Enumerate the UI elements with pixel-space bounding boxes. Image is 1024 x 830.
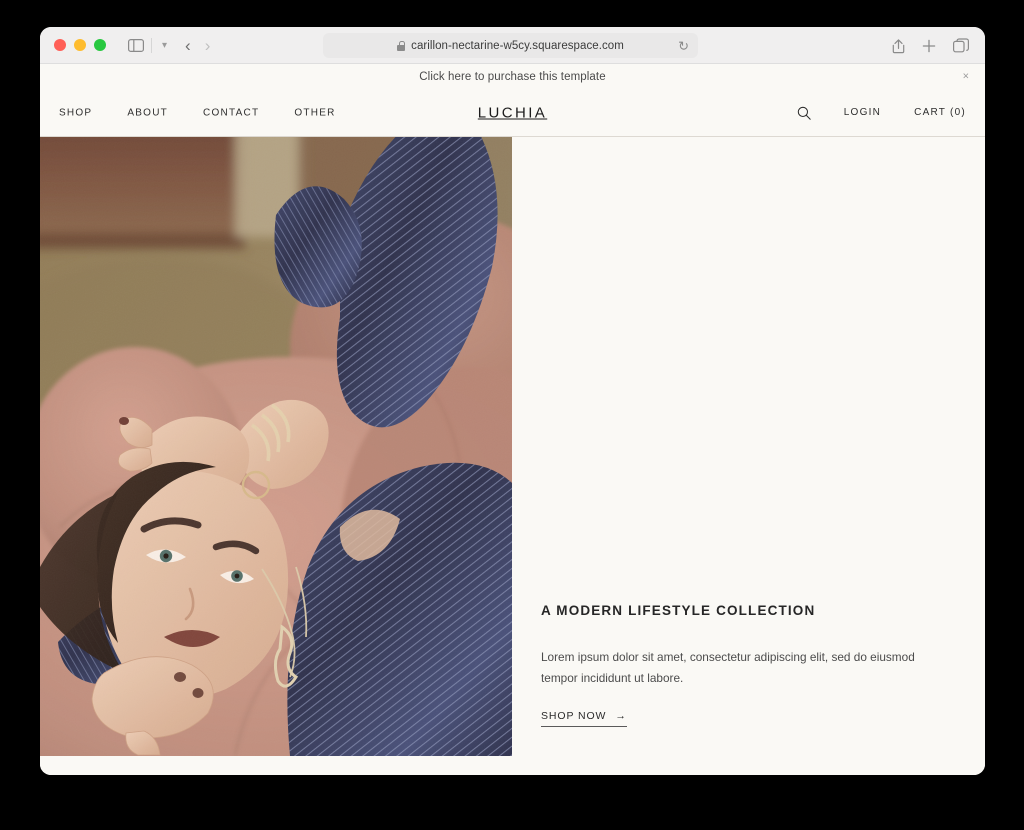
nav-item-cart[interactable]: CART (0): [914, 107, 966, 118]
navigation-arrows: ‹ ›: [185, 37, 210, 54]
toolbar-divider: [151, 38, 152, 53]
sidebar-icon[interactable]: [128, 39, 144, 52]
hero-description: Lorem ipsum dolor sit amet, consectetur …: [541, 647, 916, 688]
nav-item-about[interactable]: ABOUT: [127, 107, 168, 118]
tabs-icon[interactable]: [953, 38, 969, 53]
site-logo[interactable]: LUCHIA: [478, 104, 547, 121]
minimize-window-button[interactable]: [74, 39, 86, 51]
shop-now-button[interactable]: SHOP NOW →: [541, 710, 627, 727]
page-bottom-strip: [40, 756, 985, 775]
back-button[interactable]: ‹: [185, 37, 191, 54]
reload-icon[interactable]: ↻: [678, 39, 689, 52]
nav-item-contact[interactable]: CONTACT: [203, 107, 259, 118]
promo-banner-text[interactable]: Click here to purchase this template: [419, 71, 605, 83]
promo-banner[interactable]: Click here to purchase this template ×: [40, 64, 985, 89]
share-icon[interactable]: [892, 38, 905, 54]
close-window-button[interactable]: [54, 39, 66, 51]
forward-button[interactable]: ›: [205, 37, 211, 54]
hero-copy: A MODERN LIFESTYLE COLLECTION Lorem ipsu…: [512, 137, 985, 756]
shop-now-label: SHOP NOW: [541, 710, 606, 722]
web-page: Click here to purchase this template × S…: [40, 64, 985, 775]
chevron-down-icon[interactable]: ▾: [158, 40, 171, 51]
address-bar-url: carillon-nectarine-w5cy.squarespace.com: [411, 40, 624, 52]
secondary-navigation: LOGIN CART (0): [797, 106, 966, 120]
hero-image: [40, 137, 512, 756]
close-icon[interactable]: ×: [963, 71, 969, 82]
nav-item-shop[interactable]: SHOP: [59, 107, 92, 118]
hero-copy-inner: A MODERN LIFESTYLE COLLECTION Lorem ipsu…: [541, 602, 916, 727]
address-bar[interactable]: carillon-nectarine-w5cy.squarespace.com …: [323, 33, 698, 58]
nav-item-login[interactable]: LOGIN: [844, 107, 881, 118]
zoom-window-button[interactable]: [94, 39, 106, 51]
window-controls: [54, 39, 106, 51]
hero-image-artwork: [40, 137, 512, 756]
hero-section: A MODERN LIFESTYLE COLLECTION Lorem ipsu…: [40, 137, 985, 756]
arrow-right-icon: →: [615, 710, 626, 722]
browser-titlebar: ▾ ‹ › carillon-nectarine-w5cy.squarespac…: [40, 27, 985, 64]
nav-item-other[interactable]: OTHER: [294, 107, 335, 118]
browser-window: ▾ ‹ › carillon-nectarine-w5cy.squarespac…: [40, 27, 985, 775]
site-header: SHOP ABOUT CONTACT OTHER LUCHIA LOGIN CA…: [40, 89, 985, 137]
hero-heading: A MODERN LIFESTYLE COLLECTION: [541, 602, 916, 621]
primary-navigation: SHOP ABOUT CONTACT OTHER: [59, 107, 336, 118]
lock-icon: [397, 41, 405, 51]
browser-toolbar-right: [892, 27, 969, 64]
plus-icon[interactable]: [922, 39, 936, 53]
search-icon[interactable]: [797, 106, 811, 120]
